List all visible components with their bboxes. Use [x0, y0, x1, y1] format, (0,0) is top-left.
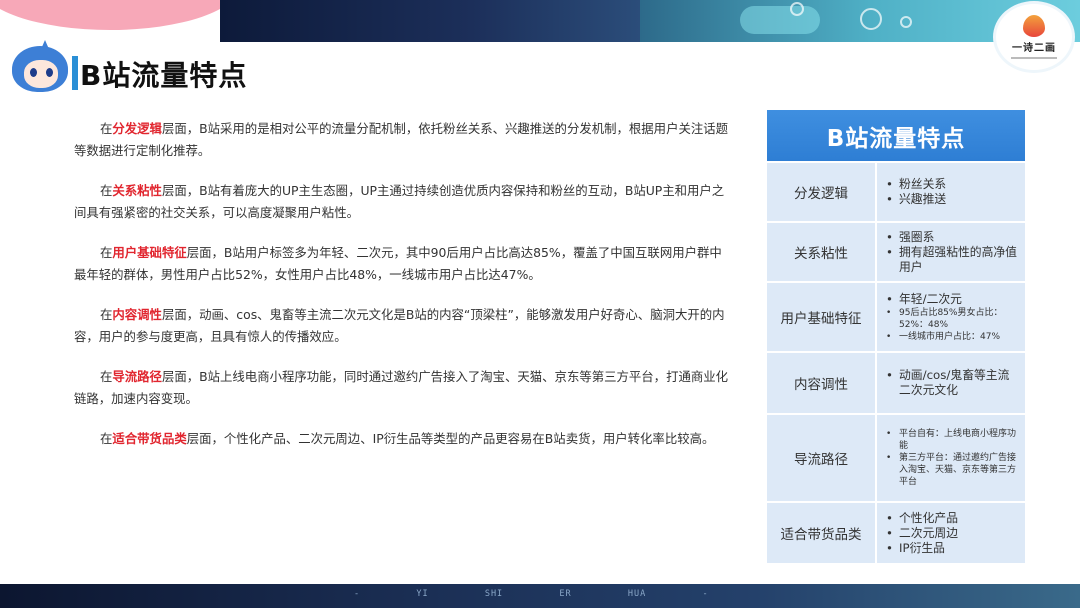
table-row-points: 年轻/二次元95后占比85%男女占比：52%：48%一线城市用户占比：47% [877, 283, 1025, 351]
paragraph-prefix: 在 [100, 307, 113, 322]
paragraph-prefix: 在 [100, 431, 113, 446]
paragraph-keyword: 分发逻辑 [112, 121, 162, 136]
bullet-point: 个性化产品 [885, 511, 1019, 526]
paragraph-keyword: 导流路径 [112, 369, 162, 384]
paragraph: 在导流路径层面，B站上线电商小程序功能，同时通过邀约广告接入了淘宝、天猫、京东等… [74, 366, 730, 410]
paragraph: 在分发逻辑层面，B站采用的是相对公平的流量分配机制，依托粉丝关系、兴趣推送的分发… [74, 118, 730, 162]
paragraph-keyword: 内容调性 [112, 307, 162, 322]
paragraph-prefix: 在 [100, 245, 113, 260]
title-accent-bar [72, 56, 78, 90]
paragraph: 在关系粘性层面，B站有着庞大的UP主生态圈，UP主通过持续创造优质内容保持和粉丝… [74, 180, 730, 224]
table-row: 适合带货品类个性化产品二次元周边IP衍生品 [767, 501, 1025, 563]
bottom-decorative-banner: - YI SHI ER HUA - [0, 584, 1080, 608]
table-row: 关系粘性强圈系拥有超强粘性的高净值用户 [767, 221, 1025, 281]
bullet-point: 兴趣推送 [885, 192, 1019, 207]
dark-anime-art-strip [220, 0, 640, 42]
bullet-point: 一线城市用户占比：47% [885, 331, 1019, 343]
bubble-shape [860, 8, 882, 30]
bullet-point: IP衍生品 [885, 541, 1019, 556]
bullet-point: 动画/cos/鬼畜等主流二次元文化 [885, 368, 1019, 398]
table-row-category: 用户基础特征 [767, 283, 877, 351]
glow-shape [740, 6, 820, 34]
paragraph-keyword: 关系粘性 [112, 183, 162, 198]
bullet-point: 二次元周边 [885, 526, 1019, 541]
bullet-point: 第三方平台：通过邀约广告接入淘宝、天猫、京东等第三方平台 [885, 452, 1019, 488]
feature-table: B站流量特点 分发逻辑粉丝关系兴趣推送关系粘性强圈系拥有超强粘性的高净值用户用户… [767, 110, 1025, 563]
table-row-category: 导流路径 [767, 415, 877, 501]
brand-logo-text: 一诗二画 [1012, 43, 1056, 54]
paragraph: 在内容调性层面，动画、cos、鬼畜等主流二次元文化是B站的内容“顶梁柱”，能够激… [74, 304, 730, 348]
paragraph: 在用户基础特征层面，B站用户标签多为年轻、二次元，其中90后用户占比高达85%，… [74, 242, 730, 286]
bullet-point: 年轻/二次元 [885, 292, 1019, 307]
brand-logo: 一诗二画 [996, 4, 1072, 70]
table-row-points: 动画/cos/鬼畜等主流二次元文化 [877, 353, 1025, 413]
table-title: B站流量特点 [767, 110, 1025, 161]
paragraph-text: 层面，动画、cos、鬼畜等主流二次元文化是B站的内容“顶梁柱”，能够激发用户好奇… [74, 307, 725, 344]
paragraph-prefix: 在 [100, 369, 113, 384]
mascot-icon [8, 40, 72, 96]
table-row-category: 适合带货品类 [767, 503, 877, 563]
paragraph-text: 层面，B站采用的是相对公平的流量分配机制，依托粉丝关系、兴趣推送的分发机制，根据… [74, 121, 729, 158]
bullet-point: 95后占比85%男女占比：52%：48% [885, 307, 1019, 331]
paragraph-prefix: 在 [100, 121, 113, 136]
table-row-category: 关系粘性 [767, 223, 877, 281]
page-title: B站流量特点 [80, 59, 248, 92]
table-row: 导流路径平台自有：上线电商小程序功能第三方平台：通过邀约广告接入淘宝、天猫、京东… [767, 413, 1025, 501]
paragraph-text: 层面，B站上线电商小程序功能，同时通过邀约广告接入了淘宝、天猫、京东等第三方平台… [74, 369, 729, 406]
bubble-shape [790, 2, 804, 16]
table-row: 用户基础特征年轻/二次元95后占比85%男女占比：52%：48%一线城市用户占比… [767, 281, 1025, 351]
paragraph-keyword: 适合带货品类 [112, 431, 187, 446]
bullet-point: 拥有超强粘性的高净值用户 [885, 245, 1019, 275]
table-row-points: 粉丝关系兴趣推送 [877, 163, 1025, 221]
logo-subline [1011, 57, 1057, 59]
paragraph-text: 层面，B站有着庞大的UP主生态圈，UP主通过持续创造优质内容保持和粉丝的互动，B… [74, 183, 725, 220]
flame-icon [1023, 15, 1045, 37]
table-row-category: 分发逻辑 [767, 163, 877, 221]
table-body: 分发逻辑粉丝关系兴趣推送关系粘性强圈系拥有超强粘性的高净值用户用户基础特征年轻/… [767, 161, 1025, 563]
bullet-point: 粉丝关系 [885, 177, 1019, 192]
top-decorative-banner [0, 0, 1080, 42]
table-row: 内容调性动画/cos/鬼畜等主流二次元文化 [767, 351, 1025, 413]
pink-wave-shape [0, 0, 240, 30]
table-row-points: 强圈系拥有超强粘性的高净值用户 [877, 223, 1025, 281]
table-row: 分发逻辑粉丝关系兴趣推送 [767, 161, 1025, 221]
table-row-points: 平台自有：上线电商小程序功能第三方平台：通过邀约广告接入淘宝、天猫、京东等第三方… [877, 415, 1025, 501]
table-row-category: 内容调性 [767, 353, 877, 413]
bullet-point: 平台自有：上线电商小程序功能 [885, 428, 1019, 452]
paragraph-list: 在分发逻辑层面，B站采用的是相对公平的流量分配机制，依托粉丝关系、兴趣推送的分发… [74, 118, 730, 468]
paragraph: 在适合带货品类层面，个性化产品、二次元周边、IP衍生品等类型的产品更容易在B站卖… [74, 428, 730, 450]
bullet-point: 强圈系 [885, 230, 1019, 245]
bubble-shape [900, 16, 912, 28]
paragraph-keyword: 用户基础特征 [112, 245, 187, 260]
table-row-points: 个性化产品二次元周边IP衍生品 [877, 503, 1025, 563]
footer-text: - YI SHI ER HUA - [354, 589, 709, 599]
paragraph-prefix: 在 [100, 183, 113, 198]
paragraph-text: 层面，个性化产品、二次元周边、IP衍生品等类型的产品更容易在B站卖货，用户转化率… [186, 431, 715, 446]
